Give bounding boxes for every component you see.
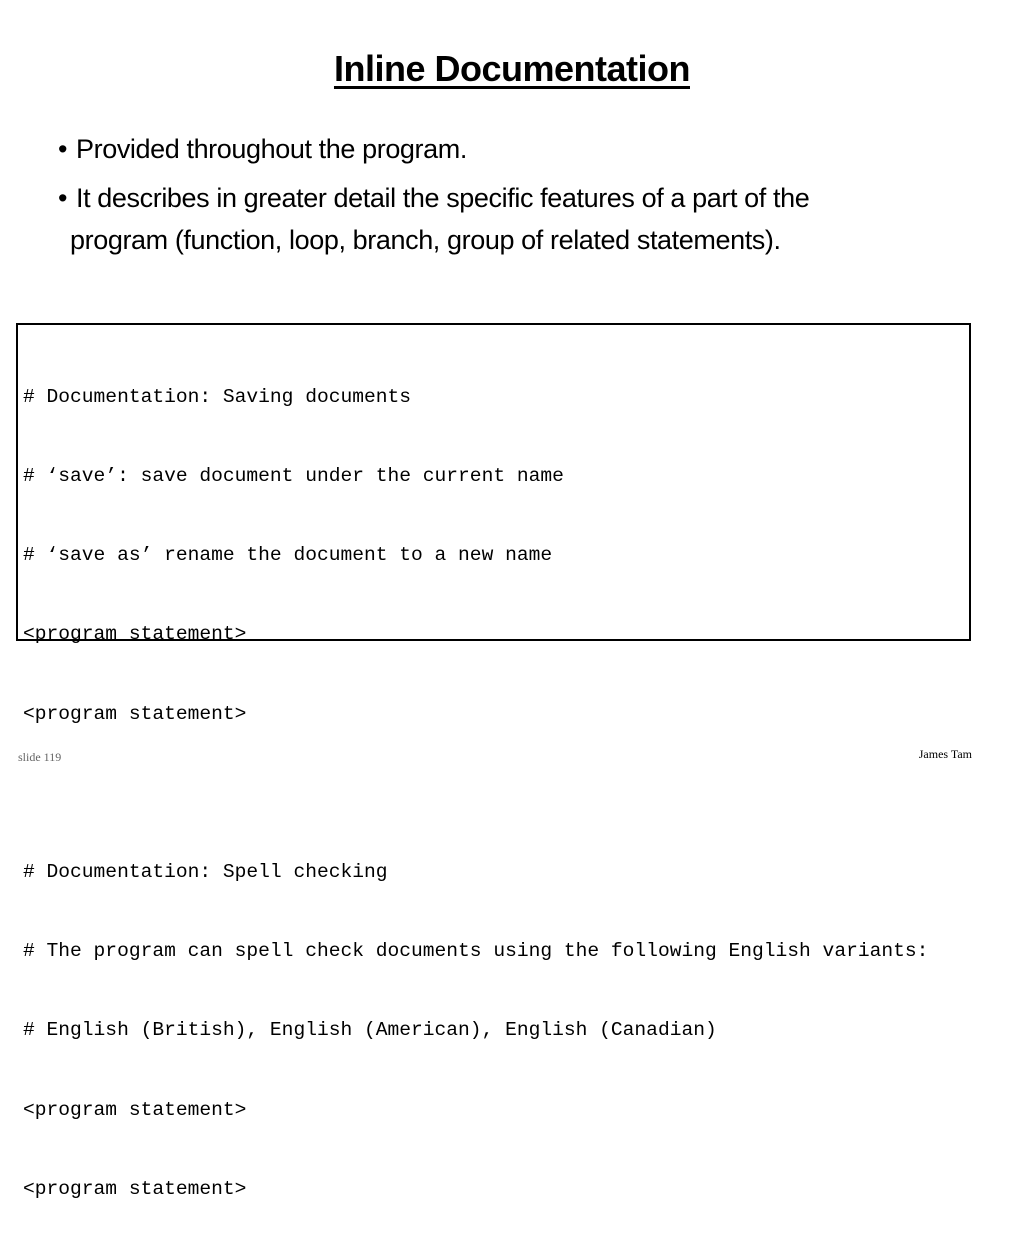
slide-number: slide 119: [18, 750, 62, 764]
bullet-text-continued: program (function, loop, branch, group o…: [70, 225, 781, 255]
code-line: <program statement>: [23, 623, 247, 646]
bullet-item: • It describes in greater detail the spe…: [58, 177, 988, 261]
code-line: <program statement>: [23, 1177, 247, 1200]
code-line: # Documentation: Saving documents: [23, 385, 412, 408]
bullet-icon: •: [58, 183, 68, 213]
code-line: # ‘save as’ rename the document to a new…: [23, 544, 553, 567]
code-line: # English (British), English (American),…: [23, 1019, 717, 1042]
code-lines: # Documentation: Saving documents # ‘sav…: [23, 331, 928, 1255]
bullet-text: It describes in greater detail the speci…: [76, 183, 810, 213]
author-name: James Tam: [918, 747, 972, 761]
code-line: <program statement>: [23, 702, 247, 725]
code-line: <program statement>: [23, 1098, 247, 1121]
code-line-blank: [23, 780, 928, 806]
code-line: # The program can spell check documents …: [23, 940, 929, 963]
code-example-box: # Documentation: Saving documents # ‘sav…: [16, 323, 971, 1200]
code-line: # Documentation: Spell checking: [23, 861, 388, 884]
code-line: # ‘save’: save document under the curren…: [23, 465, 564, 488]
bullet-icon: •: [58, 134, 68, 164]
bullet-item: • Provided throughout the program.: [58, 128, 988, 170]
slide-title: Inline Documentation: [0, 44, 1024, 94]
slide-title-text: Inline Documentation: [333, 48, 691, 89]
bullet-text: Provided throughout the program.: [76, 134, 467, 164]
bullet-list: • Provided throughout the program. • It …: [58, 128, 988, 268]
